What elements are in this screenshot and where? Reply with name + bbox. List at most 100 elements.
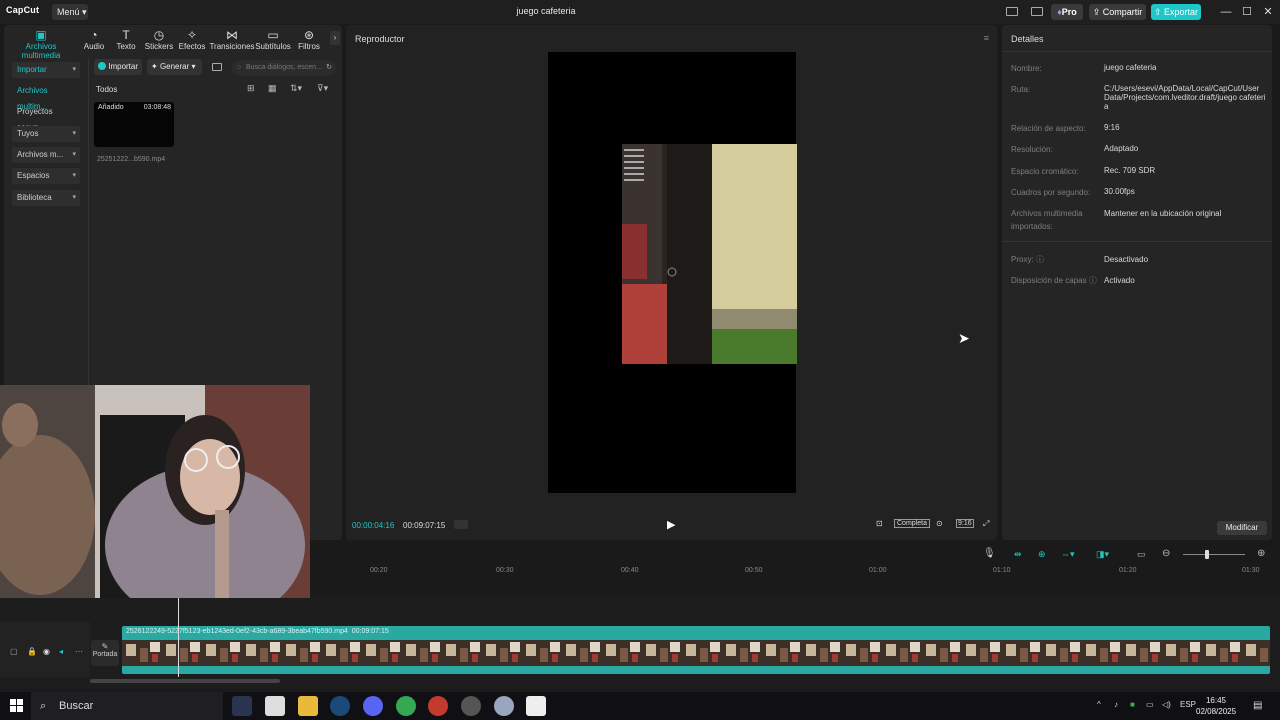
detail-key-fps: Cuadros por segundo: bbox=[1011, 188, 1091, 197]
notifications-icon[interactable]: ▤ bbox=[1253, 700, 1262, 711]
ratio-button[interactable]: 9:16 bbox=[956, 519, 974, 528]
shield-app-icon[interactable] bbox=[494, 696, 514, 716]
windows-start-icon[interactable] bbox=[10, 699, 23, 712]
audio-app-icon[interactable] bbox=[232, 696, 252, 716]
info-icon[interactable]: ⓘ bbox=[1089, 276, 1097, 285]
language-indicator[interactable]: ESP bbox=[1180, 700, 1196, 709]
sidebar-item-library[interactable]: Biblioteca ▾ bbox=[12, 190, 80, 206]
play-button[interactable]: ▶ bbox=[667, 518, 675, 531]
audio-mute-icon[interactable]: ◂ bbox=[59, 647, 63, 656]
export-button[interactable]: ⇧ Exportar bbox=[1151, 4, 1201, 20]
capcut-app-icon[interactable] bbox=[265, 696, 285, 716]
generate-button[interactable]: ✦ Generar ▾ bbox=[147, 59, 202, 75]
sidebar-item-subprojects[interactable]: Proyectos secun... bbox=[12, 104, 80, 132]
import-button[interactable]: Importar bbox=[94, 59, 142, 75]
hamburger-icon[interactable]: ≡ bbox=[984, 33, 989, 43]
tray-volume-icon[interactable]: ◁) bbox=[1162, 700, 1171, 709]
horizontal-scrollbar[interactable] bbox=[90, 679, 280, 683]
filters-icon: ⊛ bbox=[303, 28, 315, 42]
filter-icon[interactable]: ⊽▾ bbox=[317, 83, 328, 94]
modify-button[interactable]: Modificar bbox=[1217, 521, 1267, 535]
tray-network-icon[interactable]: ▭ bbox=[1146, 700, 1154, 709]
link-icon[interactable]: ⇹ bbox=[1014, 549, 1022, 560]
search-input[interactable]: ○ Busca diálogos, escen... ↻ bbox=[232, 60, 336, 76]
details-title: Detalles bbox=[1011, 34, 1044, 44]
taskbar-clock[interactable]: 16:45 02/08/2025 bbox=[1196, 695, 1236, 717]
minimize-icon[interactable]: — bbox=[1218, 4, 1234, 20]
cover-button[interactable]: ✎ Portada bbox=[91, 640, 119, 666]
layout-icon[interactable] bbox=[1006, 7, 1018, 16]
refresh-icon[interactable]: ↻ bbox=[326, 60, 332, 76]
split-icon[interactable]: ⇔▾ bbox=[1061, 549, 1075, 560]
share-button[interactable]: ⇪ Compartir bbox=[1089, 4, 1146, 20]
import-icon bbox=[98, 62, 106, 70]
folder-icon[interactable]: ⊞ bbox=[247, 83, 255, 94]
sidebar-item-yours[interactable]: Tuyos ▾ bbox=[12, 126, 80, 142]
pro-button[interactable]: ♦Pro bbox=[1051, 4, 1083, 20]
zoom-slider[interactable] bbox=[1183, 554, 1245, 555]
sidebar-item-spaces[interactable]: Espacios ▾ bbox=[12, 168, 80, 184]
tray-mic-icon[interactable]: ♪ bbox=[1114, 700, 1118, 709]
discord-icon[interactable] bbox=[363, 696, 383, 716]
tab-transitions[interactable]: ⋈ Transiciones bbox=[207, 28, 257, 56]
more-icon[interactable]: ⋯ bbox=[75, 647, 83, 656]
lock-icon[interactable]: 🔒 bbox=[27, 647, 37, 656]
eye-icon[interactable]: ◉ bbox=[43, 647, 50, 656]
sort-icon[interactable]: ⇅▾ bbox=[290, 83, 302, 94]
sidebar-item-import[interactable]: Importar ▾ bbox=[12, 62, 80, 78]
maximize-icon[interactable]: ☐ bbox=[1239, 4, 1255, 20]
search-icon: ⌕ bbox=[40, 700, 47, 712]
detail-key-imported: Archivos multimedia importados: bbox=[1011, 209, 1083, 231]
sidebar-item-media-files[interactable]: Archivos m... ▾ bbox=[12, 147, 80, 163]
tab-filters[interactable]: ⊛ Filtros bbox=[287, 28, 331, 56]
tray-chevron-icon[interactable]: ^ bbox=[1097, 700, 1101, 709]
waveform-icon[interactable] bbox=[454, 520, 468, 529]
clip-filename: 25251222...b590.mp4 bbox=[97, 156, 166, 163]
media-thumbnail[interactable]: Añadido 03:08:48 bbox=[94, 102, 174, 147]
tray-nvidia-icon[interactable]: ■ bbox=[1130, 700, 1135, 709]
video-canvas[interactable] bbox=[548, 52, 797, 493]
chevron-down-icon: ▾ bbox=[72, 194, 76, 201]
playhead[interactable] bbox=[178, 597, 179, 677]
taskbar-search[interactable]: ⌕ Buscar bbox=[31, 692, 223, 720]
detail-value-fps: 30.00fps bbox=[1104, 187, 1135, 196]
zoom-out-icon[interactable]: ⊖ bbox=[1162, 548, 1170, 559]
info-icon[interactable]: ⓘ bbox=[1036, 255, 1044, 264]
preview-axis-icon[interactable]: ◨▾ bbox=[1096, 549, 1109, 560]
timeline-ruler[interactable]: 00:20 00:30 00:40 00:50 01:00 01:10 01:2… bbox=[310, 564, 1280, 578]
app-logo: CapCut bbox=[6, 5, 40, 15]
caption-icon[interactable]: ▭ bbox=[1137, 549, 1146, 560]
full-quality-button[interactable]: Completa bbox=[894, 519, 930, 528]
close-icon[interactable]: ✕ bbox=[1260, 4, 1276, 20]
chevron-right-icon[interactable]: › bbox=[330, 31, 340, 45]
zoom-in-icon[interactable]: ⊕ bbox=[1257, 548, 1265, 559]
keyboard-icon[interactable] bbox=[1031, 7, 1043, 16]
menu-button[interactable]: Menú ▾ bbox=[52, 4, 88, 20]
record-app-icon[interactable] bbox=[428, 696, 448, 716]
record-icon[interactable] bbox=[212, 63, 222, 71]
detail-value-proxy[interactable]: Desactivado bbox=[1104, 255, 1266, 264]
ruler-tick: 01:00 bbox=[869, 567, 887, 574]
fullscreen-icon[interactable]: ⤢ bbox=[983, 519, 989, 529]
settings-icon[interactable] bbox=[461, 696, 481, 716]
ruler-tick: 01:20 bbox=[1119, 567, 1137, 574]
steam-icon[interactable] bbox=[330, 696, 350, 716]
capcut-active-icon[interactable] bbox=[526, 696, 546, 716]
cover-toggle-icon[interactable]: ▢ bbox=[10, 647, 18, 656]
zoom-slider-handle[interactable] bbox=[1205, 550, 1209, 559]
sparkle-icon: ✦ bbox=[151, 62, 158, 71]
detail-value-layers[interactable]: Activado bbox=[1104, 276, 1266, 285]
screenshot-icon[interactable]: ⊙ bbox=[936, 519, 943, 528]
chevron-down-icon: ▾ bbox=[72, 172, 76, 179]
sidebar-item-media[interactable]: Archivos multim... bbox=[12, 83, 80, 111]
ruler-tick: 01:30 bbox=[1242, 567, 1260, 574]
grid-view-icon[interactable]: ▦ bbox=[268, 83, 277, 94]
track-header: ▢ 🔒 ◉ ◂ ⋯ bbox=[0, 622, 90, 677]
microphone-icon[interactable]: 🎙 bbox=[983, 548, 996, 559]
crop-icon[interactable]: ⊡ bbox=[876, 519, 883, 528]
chrome-icon[interactable] bbox=[396, 696, 416, 716]
share-icon: ⇪ bbox=[1092, 7, 1101, 17]
file-explorer-icon[interactable] bbox=[298, 696, 318, 716]
tab-media[interactable]: ▣ Archivos multimedia bbox=[6, 28, 76, 60]
magnet-icon[interactable]: ⊕ bbox=[1038, 549, 1046, 560]
